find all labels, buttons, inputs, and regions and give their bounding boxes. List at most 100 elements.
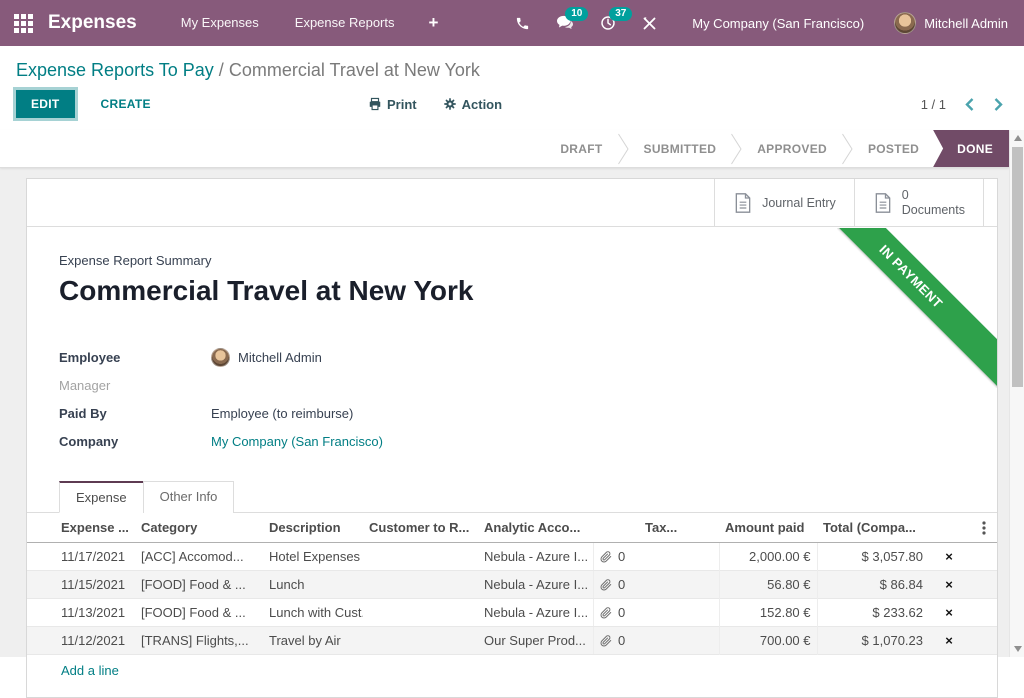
tab-other-info[interactable]: Other Info xyxy=(143,481,235,513)
employee-avatar xyxy=(211,348,230,367)
paperclip-icon xyxy=(600,579,612,591)
cell-description: Lunch with Cust... xyxy=(263,599,363,627)
document-icon xyxy=(733,192,753,214)
cell-spacer xyxy=(969,543,998,571)
voip-button[interactable] xyxy=(502,0,543,46)
apps-menu-button[interactable] xyxy=(0,0,46,46)
documents-button[interactable]: 0 Documents xyxy=(854,179,983,226)
company-value-link[interactable]: My Company (San Francisco) xyxy=(211,434,383,449)
delete-row-button[interactable]: × xyxy=(945,633,953,648)
table-row[interactable]: 11/17/2021 [ACC] Accomod... Hotel Expens… xyxy=(27,543,998,571)
paid-by-value: Employee (to reimburse) xyxy=(211,406,353,421)
create-button[interactable]: CREATE xyxy=(91,90,161,118)
status-step-draft[interactable]: DRAFT xyxy=(546,130,616,167)
cell-category: [ACC] Accomod... xyxy=(135,543,263,571)
pager-next-button[interactable] xyxy=(993,97,1004,112)
employee-value[interactable]: Mitchell Admin xyxy=(211,348,322,367)
triangle-up-icon xyxy=(1014,135,1022,141)
attachment-count: 0 xyxy=(618,549,625,564)
delete-row-button[interactable]: × xyxy=(945,549,953,564)
step-separator-icon xyxy=(730,132,743,166)
header-taxes[interactable]: Tax... xyxy=(639,513,719,543)
table-row[interactable]: 11/15/2021 [FOOD] Food & ... Lunch Nebul… xyxy=(27,571,998,599)
field-employee: Employee Mitchell Admin xyxy=(59,343,965,371)
kebab-icon xyxy=(982,521,986,535)
edit-button[interactable]: EDIT xyxy=(16,90,75,118)
scrollbar-up-button[interactable] xyxy=(1010,130,1024,146)
activities-button[interactable]: 37 xyxy=(587,0,629,46)
action-button[interactable]: Action xyxy=(443,97,502,112)
documents-label: Documents xyxy=(902,203,965,218)
cell-customer xyxy=(363,571,478,599)
header-total[interactable]: Total (Compa... xyxy=(817,513,929,543)
status-step-done-active[interactable]: DONE xyxy=(933,130,1009,167)
tab-expense[interactable]: Expense xyxy=(59,481,144,513)
cell-customer xyxy=(363,627,478,655)
cell-date: 11/17/2021 xyxy=(27,543,135,571)
navbar-right: 10 37 My Company (San Francisco) Mitchel… xyxy=(502,0,1024,46)
status-step-approved[interactable]: APPROVED xyxy=(743,130,841,167)
header-category[interactable]: Category xyxy=(135,513,263,543)
cell-spacer xyxy=(969,599,998,627)
attachment-count: 0 xyxy=(618,605,625,620)
attachment-count: 0 xyxy=(618,577,625,592)
messages-button[interactable]: 10 xyxy=(543,0,587,46)
messages-badge: 10 xyxy=(565,7,588,21)
table-row[interactable]: 11/12/2021 [TRANS] Flights,... Travel by… xyxy=(27,627,998,655)
scrollbar-thumb[interactable] xyxy=(1012,147,1023,387)
pager-previous-button[interactable] xyxy=(964,97,975,112)
cell-taxes xyxy=(639,627,719,655)
employee-name: Mitchell Admin xyxy=(238,350,322,365)
journal-entry-button[interactable]: Journal Entry xyxy=(714,179,854,226)
company-switcher[interactable]: My Company (San Francisco) xyxy=(670,16,886,31)
cell-spacer xyxy=(969,627,998,655)
print-button[interactable]: Print xyxy=(368,97,417,112)
app-brand[interactable]: Expenses xyxy=(48,12,137,34)
cell-total: $ 1,070.23 xyxy=(817,627,929,655)
cell-category: [FOOD] Food & ... xyxy=(135,571,263,599)
delete-row-button[interactable]: × xyxy=(945,605,953,620)
table-row[interactable]: 11/13/2021 [FOOD] Food & ... Lunch with … xyxy=(27,599,998,627)
expense-lines-table: Expense ... Category Description Custome… xyxy=(27,513,998,655)
menu-my-expenses[interactable]: My Expenses xyxy=(163,0,277,46)
cell-taxes xyxy=(639,571,719,599)
optional-columns-button[interactable] xyxy=(969,513,998,543)
tools-button[interactable] xyxy=(629,0,670,46)
status-step-posted[interactable]: POSTED xyxy=(854,130,933,167)
page-title: Commercial Travel at New York xyxy=(59,275,965,307)
cell-amount-paid: 152.80 € xyxy=(719,599,817,627)
status-step-submitted[interactable]: SUBMITTED xyxy=(630,130,731,167)
button-box-spacer xyxy=(983,179,997,226)
cell-description: Travel by Air xyxy=(263,627,363,655)
header-analytic[interactable]: Analytic Acco... xyxy=(478,513,593,543)
user-menu[interactable]: Mitchell Admin xyxy=(886,12,1024,34)
vertical-scrollbar xyxy=(1009,130,1024,657)
cell-taxes xyxy=(639,543,719,571)
main-content-area: DRAFT SUBMITTED APPROVED POSTED DONE Jou… xyxy=(0,130,1024,657)
header-amount-paid[interactable]: Amount paid xyxy=(719,513,817,543)
scrollbar-down-button[interactable] xyxy=(1010,641,1024,657)
cell-attachments: 0 xyxy=(593,571,639,598)
menu-expense-reports[interactable]: Expense Reports xyxy=(277,0,413,46)
documents-count: 0 xyxy=(902,188,965,203)
summary-field-label: Expense Report Summary xyxy=(59,253,965,268)
cell-customer xyxy=(363,599,478,627)
gear-icon xyxy=(443,97,457,111)
tools-icon xyxy=(642,16,657,31)
cell-amount-paid: 700.00 € xyxy=(719,627,817,655)
breadcrumb-parent-link[interactable]: Expense Reports To Pay xyxy=(16,60,214,80)
header-description[interactable]: Description xyxy=(263,513,363,543)
header-expense-date[interactable]: Expense ... xyxy=(27,513,135,543)
add-a-line-link[interactable]: Add a line xyxy=(27,655,997,688)
cell-analytic: Nebula - Azure I... xyxy=(478,571,593,599)
quick-create-button[interactable]: + xyxy=(413,13,455,33)
cell-date: 11/13/2021 xyxy=(27,599,135,627)
triangle-down-icon xyxy=(1014,646,1022,652)
table-header-row: Expense ... Category Description Custome… xyxy=(27,513,998,543)
cell-attachments: 0 xyxy=(593,599,639,626)
cell-amount-paid: 2,000.00 € xyxy=(719,543,817,571)
delete-row-button[interactable]: × xyxy=(945,577,953,592)
breadcrumb-current: Commercial Travel at New York xyxy=(229,60,480,80)
header-customer[interactable]: Customer to R... xyxy=(363,513,478,543)
notebook-tabs: Expense Other Info xyxy=(27,481,997,513)
